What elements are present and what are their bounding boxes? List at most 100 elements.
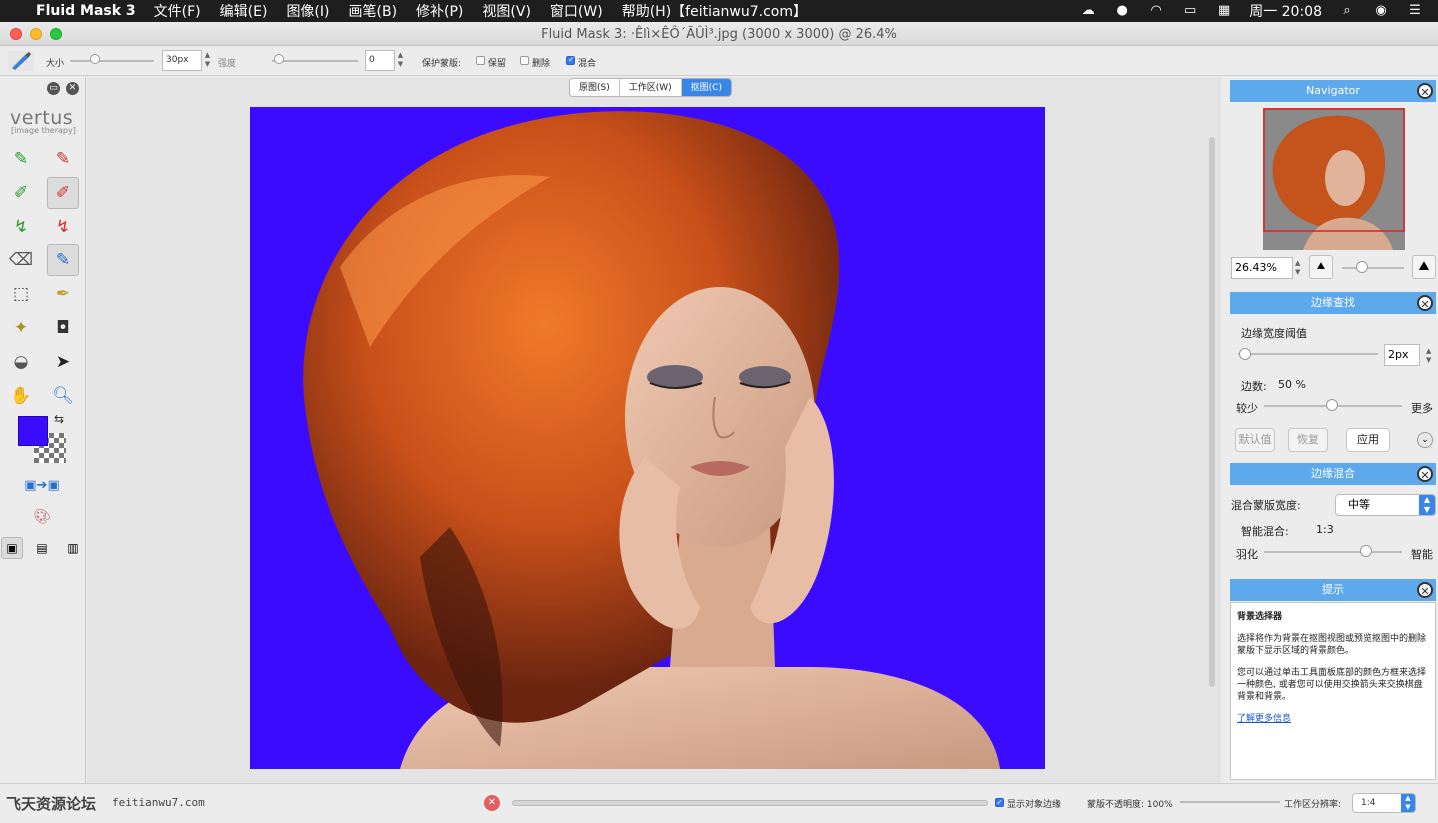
cutout-image[interactable] xyxy=(250,107,1045,769)
creative-cloud-icon[interactable]: ☁ xyxy=(1079,4,1097,18)
keep-label: 保留 xyxy=(488,59,507,69)
menu-patch[interactable]: 修补(P) xyxy=(416,1,463,21)
delete-brush-icon[interactable]: ✎ xyxy=(47,143,79,175)
blend-brush-icon[interactable]: ✎ xyxy=(47,244,79,276)
view-mode-3-icon[interactable]: ▥ xyxy=(62,537,84,559)
navigator-thumbnail[interactable] xyxy=(1263,108,1405,250)
hand-pan-icon[interactable]: ✋ xyxy=(5,380,37,412)
show-edges-checkbox[interactable]: ✓ xyxy=(995,798,1004,807)
apply-button[interactable]: 应用 xyxy=(1346,428,1390,452)
learn-more-link[interactable]: 了解更多信息 xyxy=(1237,714,1291,724)
tab-cutout[interactable]: 抠图(C) xyxy=(681,79,731,96)
menu-file[interactable]: 文件(F) xyxy=(154,1,201,21)
edge-threshold-slider[interactable] xyxy=(1238,353,1378,355)
hints-close-icon[interactable]: ✕ xyxy=(1417,582,1433,598)
wifi-icon[interactable]: ◠ xyxy=(1147,4,1165,18)
foreground-color-swatch-front xyxy=(18,416,48,446)
delete-local-brush-icon[interactable]: ✐ xyxy=(47,177,79,209)
strength-input[interactable]: 0 xyxy=(365,50,395,71)
right-panels: Navigator ✕ 26.43% ▲ ▼ ⛰ ⛰ 边缘查找 ✕ 边缘宽度阈值 … xyxy=(1222,77,1438,823)
hint-heading: 背景选择器 xyxy=(1237,612,1283,622)
edges-slider-knob[interactable] xyxy=(1326,399,1338,411)
strength-slider-knob[interactable] xyxy=(274,54,284,64)
delete-label: 删除 xyxy=(532,59,551,69)
restore-button[interactable]: 恢复 xyxy=(1288,428,1328,452)
default-button[interactable]: 默认值 xyxy=(1235,428,1275,452)
zoom-slider[interactable] xyxy=(1342,267,1404,269)
rect-select-icon[interactable]: ⬚ xyxy=(5,278,37,310)
edge-threshold-input[interactable]: 2px xyxy=(1384,344,1420,366)
battery-icon[interactable]: ▭ xyxy=(1181,4,1199,18)
notification-center-icon[interactable]: ☰ xyxy=(1406,4,1424,18)
navigator-close-icon[interactable]: ✕ xyxy=(1417,83,1433,99)
tab-original[interactable]: 原图(S) xyxy=(570,79,620,96)
resolution-select[interactable]: 1:4 ▲ ▼ xyxy=(1352,793,1416,813)
expand-chevron-icon[interactable]: ⌄ xyxy=(1417,432,1433,448)
keep-brush-icon[interactable]: ✎ xyxy=(5,143,37,175)
navigator-title: Navigator xyxy=(1306,84,1360,97)
edge-find-close-icon[interactable]: ✕ xyxy=(1417,295,1433,311)
edge-blend-close-icon[interactable]: ✕ xyxy=(1417,466,1433,482)
mask-opacity-slider[interactable] xyxy=(1180,801,1280,803)
patch-pen-icon[interactable]: ✒ xyxy=(47,278,79,310)
view-tabs: 原图(S) 工作区(W) 抠图(C) xyxy=(569,78,732,97)
size-input[interactable]: 30px xyxy=(162,50,202,71)
size-stepper[interactable]: ▲ ▼ xyxy=(203,51,212,70)
menu-help[interactable]: 帮助(H)【feitianwu7.com】 xyxy=(622,1,807,21)
edges-less-label: 较少 xyxy=(1236,402,1258,415)
compare-view-icon[interactable]: ▣➔▣ xyxy=(20,469,64,501)
blend-width-select[interactable]: 中等 ▲ ▼ xyxy=(1335,494,1436,516)
menu-view[interactable]: 视图(V) xyxy=(482,1,531,21)
keep-local-brush-icon[interactable]: ✐ xyxy=(5,177,37,209)
size-slider-knob[interactable] xyxy=(90,54,100,64)
spotlight-search-icon[interactable]: ⌕ xyxy=(1338,4,1356,18)
menubar-clock[interactable]: 周一 20:08 xyxy=(1249,1,1322,21)
palette-close-button[interactable]: ✕ xyxy=(66,82,79,95)
zoom-magnifier-icon[interactable]: 🔍︎ xyxy=(47,380,79,412)
magic-wand-icon[interactable]: ✦ xyxy=(5,312,37,344)
pointer-arrow-icon[interactable]: ➤ xyxy=(47,346,79,378)
keep-checkbox[interactable] xyxy=(476,56,485,65)
blend-width-label: 混合蒙版宽度: xyxy=(1231,499,1301,512)
swap-colors-icon[interactable]: ⇆ xyxy=(54,412,64,426)
vertus-logo-subtitle: [image therapy] xyxy=(11,126,76,135)
view-mode-2-icon[interactable]: ▤ xyxy=(31,537,53,559)
delete-checkbox[interactable] xyxy=(520,56,529,65)
qq-icon[interactable]: ● xyxy=(1113,4,1131,18)
edge-threshold-stepper[interactable]: ▲ ▼ xyxy=(1426,347,1431,365)
snapshot-camera-icon[interactable]: ◘ xyxy=(47,312,79,344)
menu-edit[interactable]: 编辑(E) xyxy=(220,1,268,21)
mask-opacity-label: 蒙版不透明度: 100% xyxy=(1087,800,1173,810)
brush-tool-icon[interactable] xyxy=(8,51,34,71)
zoom-in-mountain-icon[interactable]: ⛰ xyxy=(1412,255,1436,279)
cancel-process-icon[interactable]: ✕ xyxy=(484,795,500,811)
size-slider[interactable] xyxy=(70,60,154,62)
view-mode-1-icon[interactable]: ▣ xyxy=(1,537,23,559)
app-menu[interactable]: Fluid Mask 3 xyxy=(36,3,136,19)
siri-icon[interactable]: ◉ xyxy=(1372,4,1390,18)
color-palette-icon[interactable]: 🎨︎ xyxy=(26,501,58,533)
edge-threshold-knob[interactable] xyxy=(1239,348,1251,360)
woman-portrait-image xyxy=(250,107,1045,769)
delete-fill-brush-icon[interactable]: ↯ xyxy=(47,211,79,243)
strength-slider[interactable] xyxy=(272,60,358,62)
input-method-icon[interactable]: ▦ xyxy=(1215,4,1233,18)
strength-stepper[interactable]: ▲ ▼ xyxy=(396,51,405,70)
keep-fill-brush-icon[interactable]: ↯ xyxy=(5,211,37,243)
menu-window[interactable]: 窗口(W) xyxy=(550,1,603,21)
zoom-stepper[interactable]: ▲ ▼ xyxy=(1295,259,1300,277)
tab-workspace[interactable]: 工作区(W) xyxy=(620,79,682,96)
zoom-out-mountain-icon[interactable]: ⛰ xyxy=(1309,255,1333,279)
blend-checkbox[interactable] xyxy=(566,55,575,65)
zoom-slider-knob[interactable] xyxy=(1356,261,1368,273)
palette-collapse-button[interactable]: ▭ xyxy=(47,82,60,95)
zoom-input[interactable]: 26.43% xyxy=(1231,257,1293,279)
menu-image[interactable]: 图像(I) xyxy=(286,1,329,21)
tool-palette: ▭ ✕ vertus [image therapy] ✎ ✎ ✐ ✐ ↯ ↯ ⌫… xyxy=(0,77,86,823)
eraser-icon[interactable]: ⌫ xyxy=(5,244,37,276)
feather-smart-knob[interactable] xyxy=(1360,545,1372,557)
menu-brush[interactable]: 画笔(B) xyxy=(349,1,398,21)
feather-smart-slider[interactable] xyxy=(1264,551,1402,553)
vertical-scrollbar[interactable] xyxy=(1209,137,1215,687)
eraser-block-icon[interactable]: ◒ xyxy=(5,346,37,378)
